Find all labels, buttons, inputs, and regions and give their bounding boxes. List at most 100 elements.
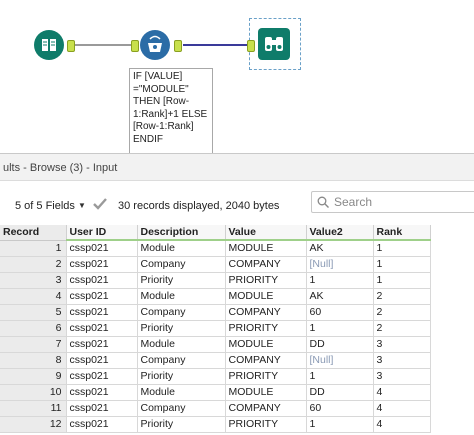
record-number-cell[interactable]: 7: [0, 336, 67, 353]
table-cell[interactable]: 3: [373, 336, 431, 353]
record-number-cell[interactable]: 3: [0, 272, 67, 289]
table-cell[interactable]: cssp021: [66, 272, 138, 289]
table-cell[interactable]: 1: [306, 416, 374, 433]
table-cell[interactable]: 1: [306, 272, 374, 289]
search-input[interactable]: [332, 194, 474, 210]
table-cell[interactable]: cssp021: [66, 320, 138, 337]
table-cell[interactable]: PRIORITY: [225, 320, 307, 337]
record-number-cell[interactable]: 5: [0, 304, 67, 321]
record-number-cell[interactable]: 9: [0, 368, 67, 385]
results-grid[interactable]: Record User ID Description Value Value2 …: [0, 225, 474, 435]
table-cell[interactable]: 60: [306, 304, 374, 321]
table-row[interactable]: 7 cssp021 Module MODULE DD 3: [0, 336, 431, 353]
table-cell[interactable]: cssp021: [66, 352, 138, 369]
fields-dropdown-icon[interactable]: ▼: [78, 201, 86, 210]
fields-selector-label[interactable]: 5 of 5 Fields: [15, 200, 75, 212]
table-cell[interactable]: 60: [306, 400, 374, 417]
table-row[interactable]: 5 cssp021 Company COMPANY 60 2: [0, 304, 431, 321]
table-cell[interactable]: 1: [306, 368, 374, 385]
table-cell[interactable]: 2: [373, 304, 431, 321]
table-cell[interactable]: cssp021: [66, 416, 138, 433]
column-header-rank[interactable]: Rank: [373, 225, 431, 241]
table-cell[interactable]: 4: [373, 416, 431, 433]
table-cell[interactable]: [Null]: [306, 256, 374, 273]
table-cell[interactable]: MODULE: [225, 384, 307, 401]
table-cell[interactable]: Company: [137, 400, 226, 417]
column-header-record[interactable]: Record: [0, 225, 67, 241]
input-output-anchor[interactable]: [67, 40, 75, 52]
record-number-cell[interactable]: 2: [0, 256, 67, 273]
table-cell[interactable]: 1: [373, 240, 431, 257]
table-cell[interactable]: MODULE: [225, 240, 307, 257]
table-cell[interactable]: cssp021: [66, 240, 138, 257]
workflow-canvas[interactable]: IF [VALUE] ="MODULE" THEN [Row- 1:Rank]+…: [0, 0, 474, 154]
table-row[interactable]: 4 cssp021 Module MODULE AK 2: [0, 288, 431, 305]
table-cell[interactable]: cssp021: [66, 288, 138, 305]
table-cell[interactable]: 3: [373, 352, 431, 369]
multi-row-formula-tool[interactable]: [140, 30, 170, 60]
table-cell[interactable]: [Null]: [306, 352, 374, 369]
table-cell[interactable]: PRIORITY: [225, 368, 307, 385]
table-cell[interactable]: COMPANY: [225, 304, 307, 321]
record-number-cell[interactable]: 10: [0, 384, 67, 401]
table-cell[interactable]: cssp021: [66, 400, 138, 417]
record-number-cell[interactable]: 11: [0, 400, 67, 417]
table-cell[interactable]: Priority: [137, 416, 226, 433]
input-data-tool[interactable]: [34, 30, 64, 60]
table-cell[interactable]: Module: [137, 384, 226, 401]
table-cell[interactable]: MODULE: [225, 288, 307, 305]
table-cell[interactable]: Company: [137, 256, 226, 273]
table-cell[interactable]: 4: [373, 384, 431, 401]
record-number-cell[interactable]: 12: [0, 416, 67, 433]
table-row[interactable]: 8 cssp021 Company COMPANY [Null] 3: [0, 352, 431, 369]
table-row[interactable]: 11 cssp021 Company COMPANY 60 4: [0, 400, 431, 417]
check-icon[interactable]: [92, 197, 108, 211]
browse-input-anchor[interactable]: [247, 40, 255, 52]
table-cell[interactable]: Priority: [137, 368, 226, 385]
table-cell[interactable]: PRIORITY: [225, 272, 307, 289]
search-box[interactable]: [311, 191, 474, 213]
table-cell[interactable]: Priority: [137, 320, 226, 337]
table-cell[interactable]: Company: [137, 304, 226, 321]
table-cell[interactable]: PRIORITY: [225, 416, 307, 433]
table-cell[interactable]: 2: [373, 320, 431, 337]
column-header-value[interactable]: Value: [225, 225, 307, 241]
table-cell[interactable]: Module: [137, 240, 226, 257]
table-cell[interactable]: DD: [306, 384, 374, 401]
column-header-value2[interactable]: Value2: [306, 225, 374, 241]
record-number-cell[interactable]: 8: [0, 352, 67, 369]
table-row[interactable]: 3 cssp021 Priority PRIORITY 1 1: [0, 272, 431, 289]
browse-tool[interactable]: [258, 28, 290, 60]
table-cell[interactable]: cssp021: [66, 336, 138, 353]
table-cell[interactable]: 4: [373, 400, 431, 417]
table-cell[interactable]: cssp021: [66, 256, 138, 273]
table-cell[interactable]: Priority: [137, 272, 226, 289]
table-row[interactable]: 1 cssp021 Module MODULE AK 1: [0, 240, 431, 257]
table-cell[interactable]: DD: [306, 336, 374, 353]
table-cell[interactable]: 3: [373, 368, 431, 385]
table-cell[interactable]: AK: [306, 288, 374, 305]
record-number-cell[interactable]: 4: [0, 288, 67, 305]
table-row[interactable]: 9 cssp021 Priority PRIORITY 1 3: [0, 368, 431, 385]
table-cell[interactable]: 1: [373, 272, 431, 289]
table-cell[interactable]: 2: [373, 288, 431, 305]
column-header-description[interactable]: Description: [137, 225, 226, 241]
table-cell[interactable]: Company: [137, 352, 226, 369]
table-row[interactable]: 6 cssp021 Priority PRIORITY 1 2: [0, 320, 431, 337]
table-cell[interactable]: MODULE: [225, 336, 307, 353]
table-cell[interactable]: Module: [137, 336, 226, 353]
record-number-cell[interactable]: 6: [0, 320, 67, 337]
table-row[interactable]: 2 cssp021 Company COMPANY [Null] 1: [0, 256, 431, 273]
table-cell[interactable]: 1: [306, 320, 374, 337]
table-cell[interactable]: 1: [373, 256, 431, 273]
table-cell[interactable]: COMPANY: [225, 352, 307, 369]
table-cell[interactable]: COMPANY: [225, 256, 307, 273]
table-row[interactable]: 12 cssp021 Priority PRIORITY 1 4: [0, 416, 431, 433]
multirow-output-anchor[interactable]: [174, 40, 182, 52]
table-cell[interactable]: cssp021: [66, 304, 138, 321]
table-cell[interactable]: Module: [137, 288, 226, 305]
column-header-user-id[interactable]: User ID: [66, 225, 138, 241]
multirow-input-anchor[interactable]: [131, 40, 139, 52]
table-cell[interactable]: cssp021: [66, 384, 138, 401]
table-cell[interactable]: cssp021: [66, 368, 138, 385]
